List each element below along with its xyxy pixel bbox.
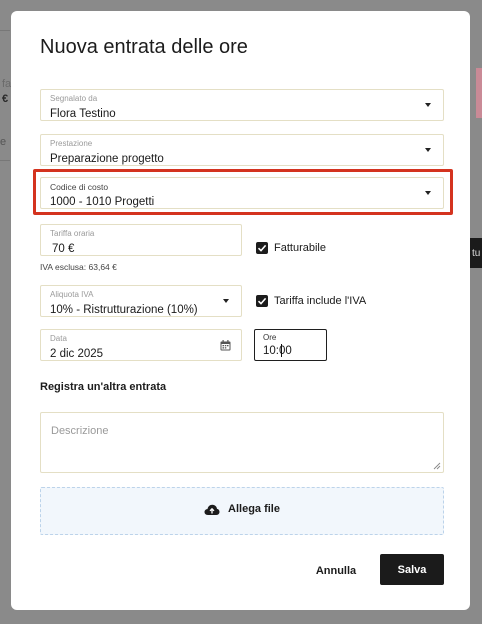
reported-by-value: Flora Testino [50, 108, 116, 120]
background-text: € [2, 93, 9, 105]
background-button: tu [470, 238, 482, 268]
background-text: e [0, 136, 7, 148]
background-text: tu [472, 248, 481, 259]
chevron-down-icon [425, 148, 431, 152]
description-textarea[interactable]: Descrizione [40, 412, 444, 473]
new-time-entry-dialog: Nuova entrata delle ore Segnalato da Flo… [11, 11, 470, 610]
cancel-button[interactable]: Annulla [308, 557, 364, 585]
hourly-rate-input[interactable]: Tariffa oraria 70 € [40, 224, 242, 256]
hours-label: Ore [263, 333, 277, 342]
resize-handle-icon[interactable] [433, 462, 441, 470]
calendar-icon[interactable] [220, 340, 231, 351]
service-value: Preparazione progetto [50, 153, 164, 165]
date-input[interactable]: Data 2 dic 2025 [40, 329, 242, 361]
attach-file-label: Allega file [228, 503, 280, 515]
date-label: Data [50, 334, 67, 343]
vat-rate-value: 10% - Ristrutturazione (10%) [50, 304, 198, 316]
date-value: 2 dic 2025 [50, 348, 104, 360]
vat-excluded-note: IVA esclusa: 63,64 € [40, 262, 117, 272]
service-select[interactable]: Prestazione Preparazione progetto [40, 134, 444, 166]
background-divider [0, 160, 10, 161]
checkmark-icon [257, 297, 267, 305]
background-accent [476, 68, 482, 118]
rate-includes-vat-checkbox[interactable] [256, 295, 268, 307]
reported-by-label: Segnalato da [50, 94, 98, 103]
attach-file-dropzone[interactable]: Allega file [40, 487, 444, 535]
save-button[interactable]: Salva [380, 554, 444, 585]
checkmark-icon [257, 244, 267, 252]
reported-by-select[interactable]: Segnalato da Flora Testino [40, 89, 444, 121]
hourly-rate-value: 70 € [52, 243, 75, 255]
cost-code-highlight [33, 169, 453, 215]
billable-checkbox[interactable] [256, 242, 268, 254]
hours-input[interactable]: Ore 10:00 [254, 329, 327, 361]
cloud-upload-icon [204, 504, 220, 515]
service-label: Prestazione [50, 139, 93, 148]
text-cursor [281, 344, 282, 357]
vat-rate-select[interactable]: Aliquota IVA 10% - Ristrutturazione (10%… [40, 285, 242, 317]
description-placeholder: Descrizione [51, 425, 109, 437]
billable-label: Fatturabile [274, 242, 326, 254]
hourly-rate-label: Tariffa oraria [50, 229, 95, 238]
vat-rate-label: Aliquota IVA [50, 290, 94, 299]
rate-includes-vat-label: Tariffa include l'IVA [274, 295, 367, 307]
dialog-title: Nuova entrata delle ore [40, 36, 248, 58]
chevron-down-icon [223, 299, 229, 303]
hours-value: 10:00 [263, 345, 292, 357]
register-another-entry-link[interactable]: Registra un'altra entrata [40, 381, 166, 393]
background-divider [0, 30, 10, 31]
chevron-down-icon [425, 103, 431, 107]
